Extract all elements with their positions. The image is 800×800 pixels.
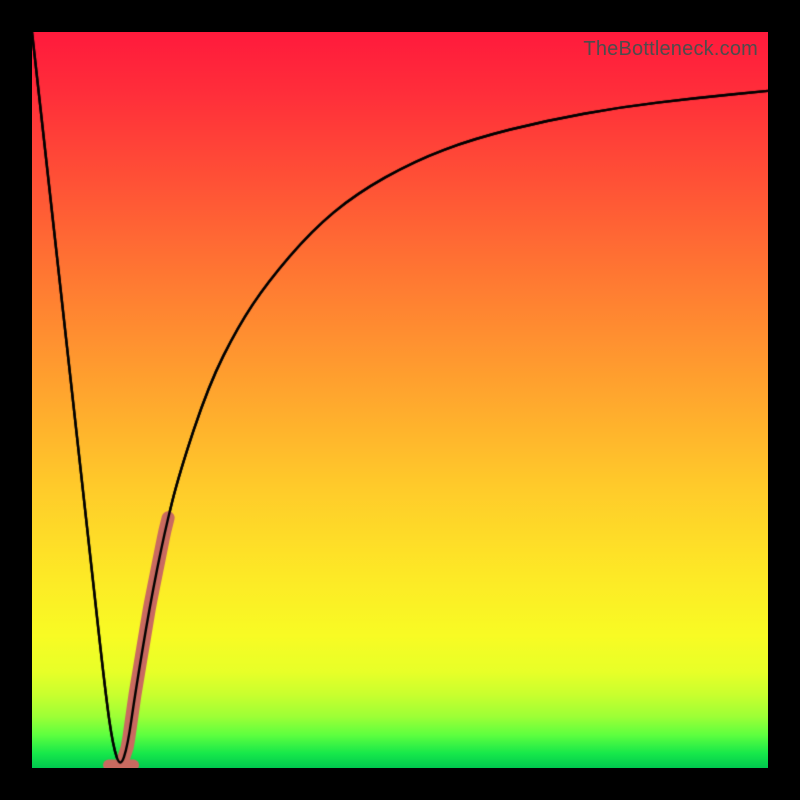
plot-area: TheBottleneck.com [32,32,768,768]
chart-frame: TheBottleneck.com [0,0,800,800]
bottleneck-curve [32,32,768,768]
